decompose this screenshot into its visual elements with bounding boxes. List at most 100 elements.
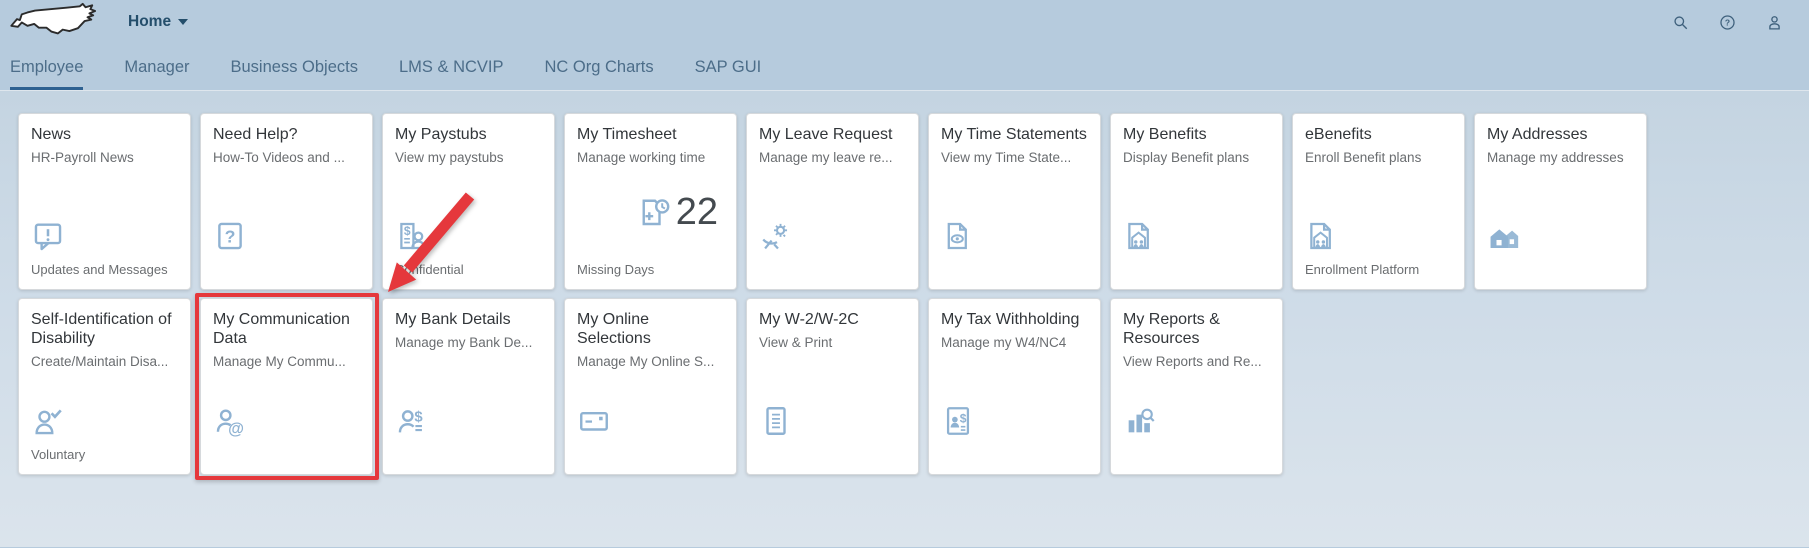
tile-body	[941, 165, 1088, 253]
tile-footer	[759, 447, 906, 464]
document-eye-icon	[941, 219, 975, 253]
tile-title: Self-Identification of Disability	[31, 311, 178, 349]
tile-body: 22	[577, 165, 724, 260]
tile-my-bank-details[interactable]: My Bank DetailsManage my Bank De...$	[382, 298, 555, 475]
tile-footer	[213, 262, 360, 279]
tile-title: My Timesheet	[577, 126, 724, 145]
tile-body	[1123, 369, 1270, 438]
tile-my-communication-data[interactable]: My Communication DataManage My Commu...@	[200, 298, 373, 475]
tile-need-help[interactable]: Need Help?How-To Videos and ...?	[200, 113, 373, 290]
tile-title: My Leave Request	[759, 126, 906, 145]
tile-my-reports-resources[interactable]: My Reports & ResourcesView Reports and R…	[1110, 298, 1283, 475]
profile-button[interactable]	[1765, 13, 1783, 31]
tile-news[interactable]: News HR-Payroll News Updates and Messages	[18, 113, 191, 290]
question-mark-icon: ?	[213, 219, 247, 253]
tile-subtitle: View my paystubs	[395, 150, 542, 165]
tile-ebenefits[interactable]: eBenefitsEnroll Benefit plansEnrollment …	[1292, 113, 1465, 290]
tile-subtitle: Display Benefit plans	[1123, 150, 1270, 165]
person-dollar-icon: $	[395, 404, 429, 438]
tile-footer	[395, 447, 542, 464]
tile-title: My Addresses	[1487, 126, 1634, 145]
tile-my-leave-request[interactable]: My Leave Request Manage my leave re...	[746, 113, 919, 290]
svg-text:?: ?	[1724, 17, 1729, 27]
tile-footer: Voluntary	[31, 447, 178, 464]
tile-body	[759, 350, 906, 438]
search-icon	[1672, 14, 1689, 31]
tile-subtitle: Manage working time	[577, 150, 724, 165]
chevron-down-icon	[178, 19, 188, 25]
tile-my-paystubs[interactable]: My Paystubs View my paystubs $ Confidential	[382, 113, 555, 290]
tile-body: ?	[213, 165, 360, 253]
tile-footer	[1123, 262, 1270, 279]
tab-bar: Employee Manager Business Objects LMS & NCV…	[0, 44, 1809, 91]
houses-icon	[1487, 219, 1521, 253]
tile-footer: Enrollment Platform	[1305, 262, 1452, 279]
tile-body	[759, 165, 906, 253]
nc-state-logo-icon	[8, 2, 106, 42]
tile-title: My Online Selections	[577, 311, 724, 349]
tile-title: My Paystubs	[395, 126, 542, 145]
tile-area: News HR-Payroll News Updates and MessagesN…	[0, 91, 1809, 547]
paystub-icon: $	[395, 219, 429, 253]
tile-title: News	[31, 126, 178, 145]
tile-my-tax-withholding[interactable]: My Tax Withholding Manage my W4/NC4 $	[928, 298, 1101, 475]
tile-my-w-2-w-2c[interactable]: My W-2/W-2CView & Print	[746, 298, 919, 475]
tile-my-time-statements[interactable]: My Time Statements View my Time State...	[928, 113, 1101, 290]
tab-manager[interactable]: Manager	[124, 44, 189, 90]
tile-body: @	[213, 369, 360, 438]
person-check-icon	[31, 404, 65, 438]
shell-header: Home ?	[0, 0, 1809, 44]
timesheet-clock-icon	[637, 194, 673, 230]
tile-my-timesheet[interactable]: My Timesheet Manage working time22 Missing…	[564, 113, 737, 290]
tile-subtitle: Manage my W4/NC4	[941, 335, 1088, 350]
tile-title: My Benefits	[1123, 126, 1270, 145]
help-button[interactable]: ?	[1718, 13, 1736, 31]
tile-body	[31, 165, 178, 253]
tile-row-1: News HR-Payroll News Updates and MessagesN…	[18, 113, 1809, 290]
tile-footer: Missing Days	[577, 262, 724, 279]
tile-body	[577, 369, 724, 438]
tile-my-addresses[interactable]: My AddressesManage my addresses	[1474, 113, 1647, 290]
tile-subtitle: HR-Payroll News	[31, 150, 178, 165]
tile-footer	[577, 447, 724, 464]
tile-title: My Tax Withholding	[941, 311, 1088, 330]
person-icon	[1766, 14, 1783, 31]
tab-lms-ncvip[interactable]: LMS & NCVIP	[399, 44, 504, 90]
person-at-icon: @	[213, 404, 247, 438]
svg-text:$: $	[414, 409, 423, 425]
news-bubble-icon	[31, 219, 65, 253]
tab-sap-gui[interactable]: SAP GUI	[695, 44, 762, 90]
svg-text:?: ?	[225, 227, 236, 247]
home-menu-label: Home	[128, 13, 171, 31]
tile-footer	[941, 447, 1088, 464]
tile-footer: Confidential	[395, 262, 542, 279]
tile-subtitle: Manage My Online S...	[577, 354, 724, 369]
tile-subtitle: Manage my leave re...	[759, 150, 906, 165]
header-actions: ?	[1671, 13, 1783, 31]
tile-body: $	[395, 350, 542, 438]
tile-subtitle: Enroll Benefit plans	[1305, 150, 1452, 165]
tile-self-identification-of-disability[interactable]: Self-Identification of DisabilityCreate/…	[18, 298, 191, 475]
tax-document-icon: $	[941, 404, 975, 438]
tile-body	[1305, 165, 1452, 253]
tile-my-benefits[interactable]: My Benefits Display Benefit plans	[1110, 113, 1283, 290]
tab-nc-org-charts[interactable]: NC Org Charts	[545, 44, 654, 90]
tab-employee[interactable]: Employee	[10, 44, 83, 90]
tile-title: My Time Statements	[941, 126, 1088, 145]
vacation-icon	[759, 219, 793, 253]
tile-body	[31, 369, 178, 438]
tile-subtitle: View Reports and Re...	[1123, 354, 1270, 369]
tile-body	[1123, 165, 1270, 253]
tile-subtitle: Manage My Commu...	[213, 354, 360, 369]
tile-my-online-selections[interactable]: My Online Selections Manage My Online S..…	[564, 298, 737, 475]
home-menu-button[interactable]: Home	[128, 13, 188, 31]
tile-body: $	[941, 350, 1088, 438]
tab-business-objects[interactable]: Business Objects	[231, 44, 358, 90]
tile-subtitle: View my Time State...	[941, 150, 1088, 165]
search-button[interactable]	[1671, 13, 1689, 31]
tile-footer: Updates and Messages	[31, 262, 178, 279]
tile-title: My Bank Details	[395, 311, 542, 330]
tile-footer	[759, 262, 906, 279]
tile-footer	[1487, 262, 1634, 279]
tile-subtitle: How-To Videos and ...	[213, 150, 360, 165]
